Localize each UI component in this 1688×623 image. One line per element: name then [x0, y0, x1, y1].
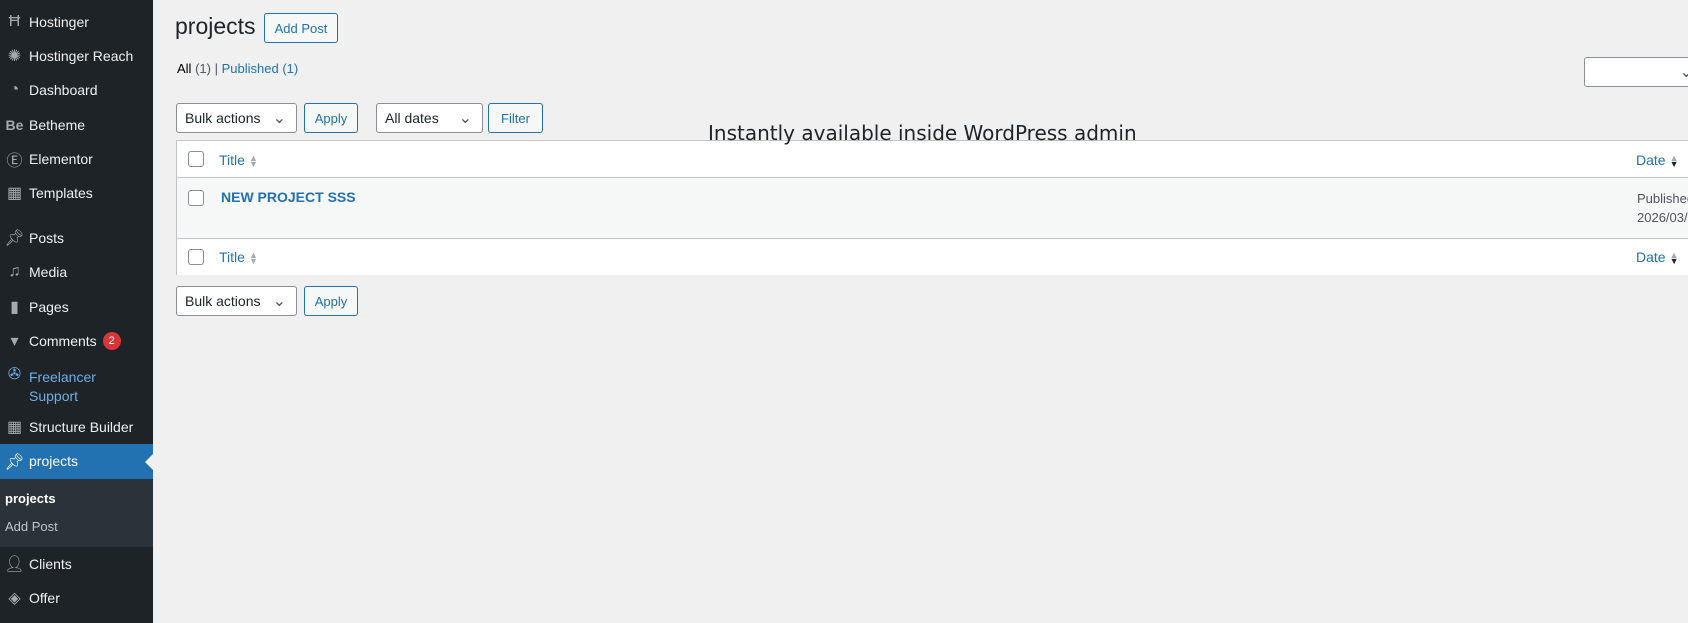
projects-submenu: projects Add Post: [0, 479, 153, 547]
admin-sidebar: Ħ Hostinger ✺ Hostinger Reach ◔ Dashboard B…: [0, 0, 153, 623]
overlay-caption: Instantly available inside WordPress adm…: [708, 121, 1137, 145]
menu-clients[interactable]: 👤︎ Clients: [0, 547, 153, 581]
hostinger-icon: Ħ: [8, 13, 21, 30]
submenu-projects[interactable]: projects: [5, 491, 56, 506]
sort-icon: ▲ ▼: [1669, 153, 1679, 170]
dashboard-icon: ◔: [9, 81, 20, 98]
date-column-sort[interactable]: Date ▲ ▼: [1636, 152, 1679, 170]
menu-offer[interactable]: ◈ Offer: [0, 581, 153, 615]
comment-count-badge: 2: [102, 332, 121, 350]
menu-posts[interactable]: 📌︎ Posts: [0, 221, 153, 255]
menu-betheme[interactable]: Be Betheme: [0, 108, 153, 142]
sort-icon: ▲ ▼: [1669, 250, 1679, 267]
title-column-sort-footer[interactable]: Title ▲ ▼: [219, 249, 258, 267]
main-content: projects Add Post All (1) | Published (1…: [153, 0, 1688, 623]
select-all-checkbox[interactable]: [188, 151, 204, 167]
menu-dashboard[interactable]: ◔ Dashboard: [0, 73, 153, 107]
media-icon: ♫: [8, 263, 21, 280]
menu-structure-builder[interactable]: ▦ Structure Builder: [0, 410, 153, 444]
bulk-actions-select-bottom[interactable]: Bulk actions: [176, 286, 297, 316]
tag-icon: ◈: [8, 590, 21, 607]
dates-select[interactable]: All dates: [376, 103, 483, 133]
row-checkbox[interactable]: [188, 190, 204, 206]
pin-icon: 📌︎: [4, 230, 25, 247]
table-footer: Title ▲ ▼ Date ▲ ▼: [177, 239, 1688, 275]
pages-icon: ▮: [10, 299, 19, 316]
menu-pages[interactable]: ▮ Pages: [0, 290, 153, 324]
filter-all[interactable]: All: [177, 61, 191, 76]
menu-hostinger[interactable]: Ħ Hostinger: [0, 5, 153, 39]
sort-icon: ▲ ▼: [248, 153, 258, 170]
date-column-sort-footer[interactable]: Date ▲ ▼: [1636, 249, 1679, 267]
menu-freelancer-support[interactable]: ✇ Freelancer Support: [0, 364, 153, 410]
menu-elementor[interactable]: Ⓔ Elementor: [0, 142, 153, 176]
menu-templates[interactable]: ▦ Templates: [0, 176, 153, 210]
table-header: Title ▲ ▼ Date ▲ ▼: [177, 141, 1688, 178]
bulk-actions-select[interactable]: Bulk actions: [176, 103, 297, 133]
templates-icon: ▦: [6, 185, 23, 202]
post-title-link[interactable]: NEW PROJECT SSS: [221, 189, 356, 205]
comment-icon: ▾: [10, 333, 19, 350]
table-row: NEW PROJECT SSS Published2026/03/: [177, 178, 1688, 239]
title-column-sort[interactable]: Title ▲ ▼: [219, 152, 258, 170]
menu-projects[interactable]: 📌︎ projects: [0, 444, 153, 479]
menu-media[interactable]: ♫ Media: [0, 255, 153, 289]
page-title: projects: [175, 13, 256, 39]
sort-icon: ▲ ▼: [248, 250, 258, 267]
filter-button[interactable]: Filter: [488, 103, 543, 133]
add-post-button[interactable]: Add Post: [264, 13, 338, 43]
menu-comments[interactable]: ▾ Comments 2: [0, 324, 153, 358]
elementor-icon: Ⓔ: [6, 153, 23, 170]
status-filters: All (1) | Published (1): [177, 61, 299, 76]
user-icon: 👤︎: [4, 556, 25, 573]
betheme-icon: Be: [5, 117, 24, 133]
structure-icon: ▦: [6, 419, 23, 436]
search-input[interactable]: [1584, 57, 1688, 87]
apply-button[interactable]: Apply: [304, 103, 358, 133]
apply-button-bottom[interactable]: Apply: [304, 286, 358, 316]
menu-hostinger-reach[interactable]: ✺ Hostinger Reach: [0, 39, 153, 73]
filter-published[interactable]: Published: [222, 61, 279, 76]
support-icon: ✇: [7, 366, 22, 383]
select-all-checkbox-footer[interactable]: [188, 249, 204, 265]
posts-table: Title▲▼ Date▲▼ NEW PROJECT SSS Published…: [176, 140, 1688, 275]
submenu-add-post[interactable]: Add Post: [5, 519, 58, 534]
pin-icon: 📌︎: [4, 453, 25, 471]
reach-icon: ✺: [7, 48, 22, 65]
post-date: Published2026/03/: [1637, 191, 1688, 225]
